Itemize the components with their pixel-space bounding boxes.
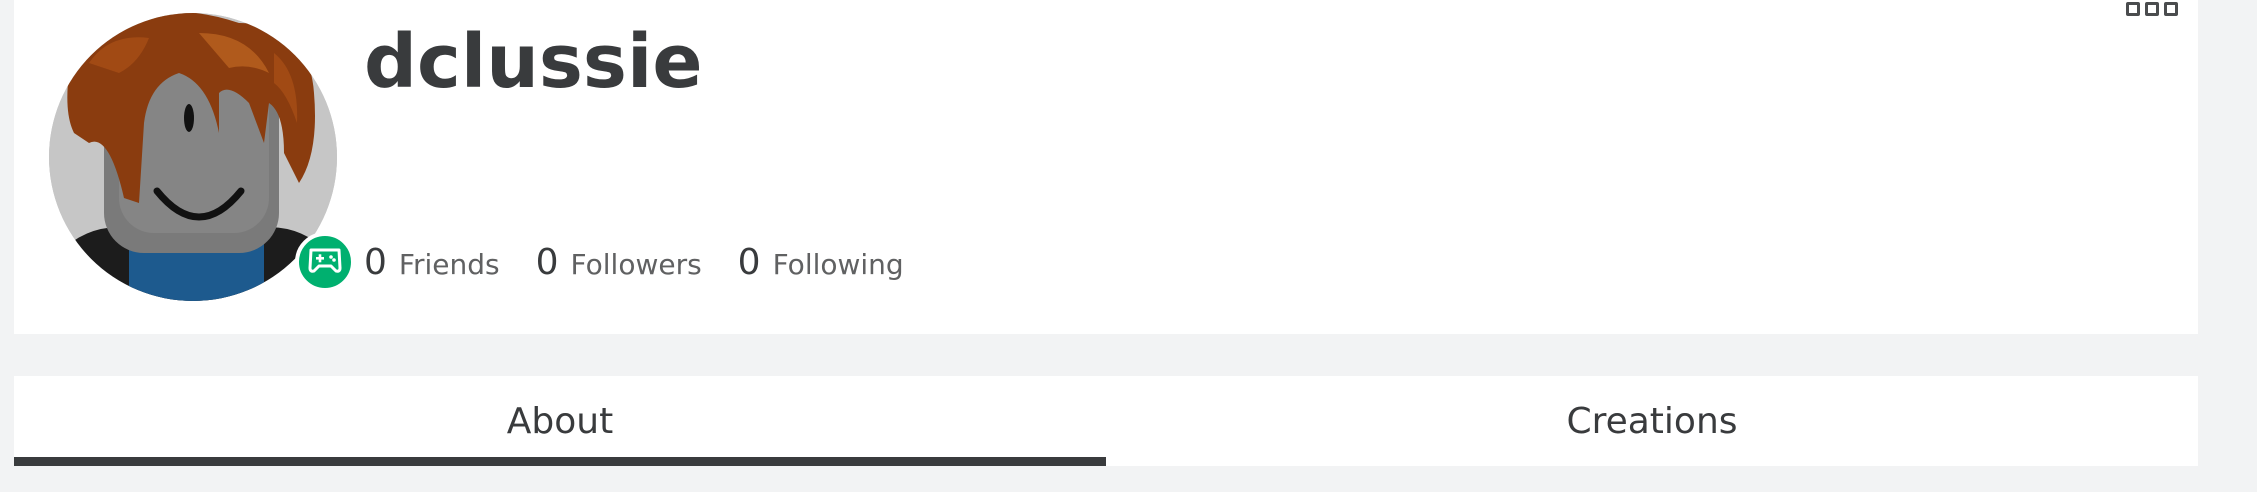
avatar-container[interactable] <box>49 13 355 301</box>
friends-count: 0 <box>364 242 387 283</box>
more-options-icon-dot-3 <box>2164 2 2178 16</box>
tab-creations[interactable]: Creations <box>1106 376 2198 466</box>
friends-stat[interactable]: 0 Friends <box>364 242 500 283</box>
followers-label: Followers <box>570 248 702 281</box>
profile-tabs: About Creations <box>14 376 2198 466</box>
tab-about[interactable]: About <box>14 376 1106 466</box>
following-count: 0 <box>737 242 761 283</box>
tab-about-label: About <box>506 400 614 442</box>
avatar-image <box>49 13 337 301</box>
more-options-icon <box>2126 2 2140 16</box>
username: dclussie <box>364 19 703 105</box>
profile-header: dclussie 0 Friends 0 Followers 0 Followi… <box>14 0 2198 334</box>
tab-creations-label: Creations <box>1566 400 1738 442</box>
profile-stats: 0 Friends 0 Followers 0 Following <box>364 242 940 283</box>
more-options-icon-dot-2 <box>2145 2 2159 16</box>
more-options-button[interactable] <box>2126 2 2186 22</box>
gamepad-icon <box>307 246 343 278</box>
avatar[interactable] <box>49 13 337 301</box>
active-tab-indicator <box>14 457 1106 466</box>
followers-count: 0 <box>535 242 559 283</box>
following-label: Following <box>772 248 904 281</box>
followers-stat[interactable]: 0 Followers <box>536 242 702 283</box>
following-stat[interactable]: 0 Following <box>738 242 904 283</box>
friends-label: Friends <box>398 248 500 281</box>
presence-badge[interactable] <box>295 232 355 292</box>
